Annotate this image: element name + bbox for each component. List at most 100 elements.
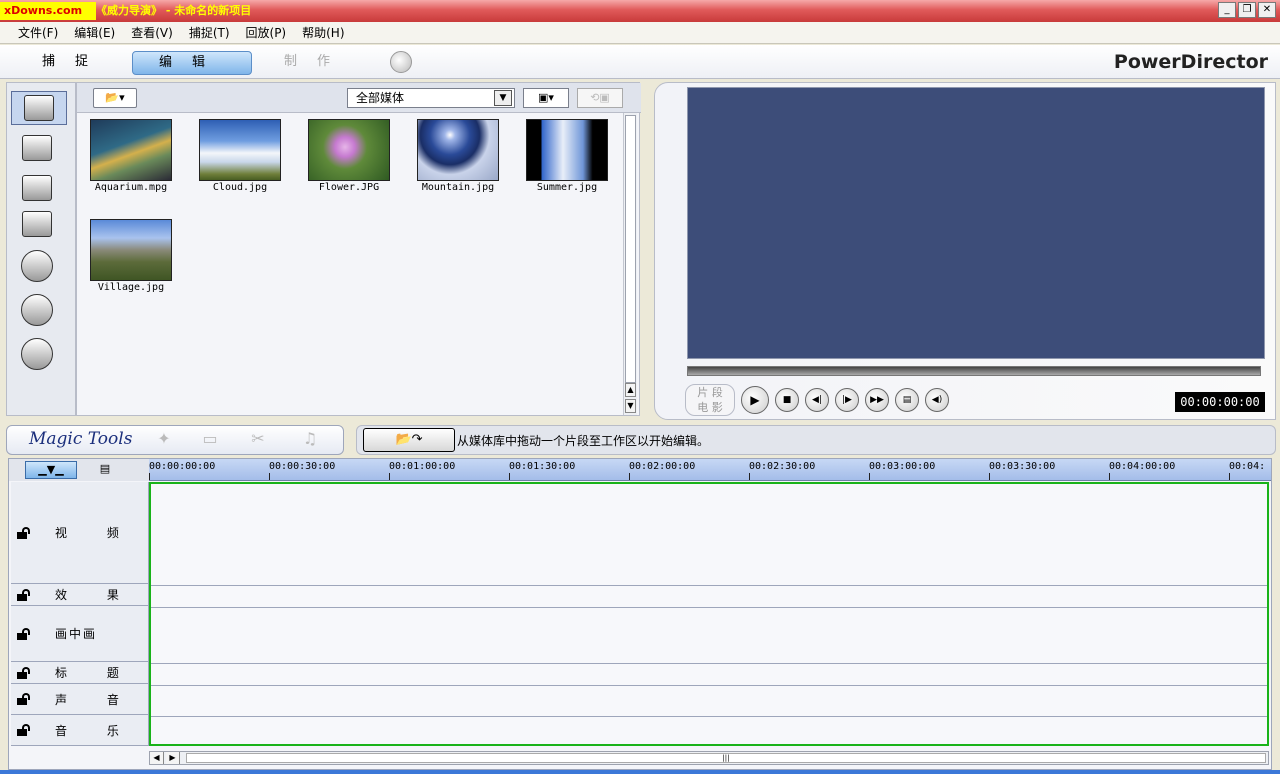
tab-capture[interactable]: 捕捉 [30, 51, 120, 75]
magic-motion-icon[interactable]: ▭ [191, 429, 229, 451]
magic-tools-bar: Magic Tools ✦ ▭ ✂ ♫ [6, 425, 344, 455]
media-item[interactable]: Cloud.jpg [198, 113, 282, 193]
menu-edit[interactable]: 编辑(E) [66, 24, 123, 41]
title-icon [22, 175, 52, 201]
lock-icon[interactable] [17, 666, 33, 679]
snapshot-icon[interactable]: ▤ [895, 388, 919, 412]
title-track[interactable] [151, 664, 1267, 686]
ruler-tick: 00:04: [1229, 461, 1266, 480]
import-folder-button[interactable]: 📂▾ [93, 88, 137, 108]
media-filter-select[interactable]: 全部媒体 ▼ [347, 88, 515, 108]
video-track[interactable] [151, 484, 1267, 586]
track-headers: 视 频 效 果 画中画 标 题 声 音 音 乐 [11, 482, 149, 746]
preview-mode-toggle[interactable]: 片 段 电 影 [685, 384, 735, 416]
transition-room-button[interactable] [19, 207, 55, 241]
thumbnail-view-icon: ▣▾ [538, 91, 554, 104]
library-toolbar: 📂▾ 全部媒体 ▼ ▣▾ ⟲▣ [77, 83, 641, 113]
lock-icon[interactable] [17, 724, 33, 736]
close-button[interactable]: ✕ [1258, 2, 1276, 18]
magic-fix-icon[interactable]: ✦ [145, 429, 183, 451]
effect-room-button[interactable] [19, 131, 55, 165]
watermark-logo: xDowns.com [0, 2, 96, 20]
cloud-thumbnail [199, 119, 281, 181]
track-label: 标 题 [55, 666, 137, 680]
next-frame-icon[interactable]: |▶ [835, 388, 859, 412]
aquarium-thumbnail [90, 119, 172, 181]
lock-icon[interactable] [17, 627, 33, 640]
library-scrollbar[interactable]: ▲ ▼ [623, 113, 637, 415]
fast-forward-icon[interactable]: ▶▶ [865, 388, 889, 412]
voice-over-button[interactable] [19, 293, 55, 327]
media-item[interactable]: Village.jpg [89, 213, 173, 293]
media-item[interactable]: Flower.JPG [307, 113, 391, 193]
pip-track[interactable] [151, 608, 1267, 664]
speaker-icon [21, 250, 53, 282]
menu-playback[interactable]: 回放(P) [238, 24, 295, 41]
magic-tools-title: Magic Tools [29, 429, 133, 449]
timeline-scrollbar[interactable]: ◀ ▶ ||| [149, 751, 1269, 765]
track-header-effect: 效 果 [11, 584, 149, 606]
film-reel-icon [24, 95, 54, 121]
taskbar [0, 770, 1280, 774]
play-icon[interactable]: ▶ [741, 386, 769, 414]
storyboard-view-button[interactable]: ▤ [79, 461, 131, 479]
movie-mode-label[interactable]: 电 影 [686, 400, 734, 415]
menu-capture[interactable]: 捕捉(T) [181, 24, 238, 41]
track-label: 效 果 [55, 588, 137, 602]
chapter-room-button[interactable] [19, 337, 55, 371]
media-item-name: Village.jpg [97, 282, 165, 293]
time-ruler[interactable]: 00:00:00:00 00:00:30:00 00:01:00:00 00:0… [149, 459, 1271, 481]
title-room-button[interactable] [19, 171, 55, 205]
scrollbar-thumb[interactable]: ||| [186, 753, 1266, 763]
magic-music-icon[interactable]: ♫ [291, 429, 329, 451]
menu-file[interactable]: 文件(F) [10, 24, 66, 41]
tab-edit[interactable]: 编辑 [132, 51, 252, 75]
scroll-right-icon[interactable]: ▶ [166, 752, 180, 764]
track-header-voice: 声 音 [11, 684, 149, 715]
scroll-up-icon[interactable]: ▲ [625, 383, 636, 397]
mountain-thumbnail [417, 119, 499, 181]
lock-icon[interactable] [17, 693, 33, 705]
previous-frame-icon[interactable]: ◀| [805, 388, 829, 412]
media-item[interactable]: Aquarium.mpg [89, 113, 173, 193]
magic-cut-icon[interactable]: ✂ [239, 429, 277, 451]
media-item[interactable]: Mountain.jpg [416, 113, 500, 193]
clip-mode-label[interactable]: 片 段 [686, 385, 734, 400]
preview-timecode: 00:00:00:00 [1175, 392, 1265, 412]
film-strip-icon: ▤ [99, 462, 111, 475]
volume-icon[interactable]: ◀) [925, 388, 949, 412]
village-thumbnail [90, 219, 172, 281]
scrollbar-thumb[interactable] [625, 115, 636, 383]
lock-icon[interactable] [17, 526, 33, 539]
chevron-down-icon[interactable]: ▼ [494, 90, 512, 106]
stop-icon[interactable]: ■ [775, 388, 799, 412]
media-item[interactable]: Summer.jpg [525, 113, 609, 193]
media-room-button[interactable] [11, 91, 67, 125]
menu-help[interactable]: 帮助(H) [294, 24, 352, 41]
folder-arrow-icon: 📂↷ [395, 432, 423, 447]
microphone-icon [21, 294, 53, 326]
insert-clip-button[interactable]: 📂↷ [363, 428, 455, 452]
media-item-name: Aquarium.mpg [94, 182, 168, 193]
effect-track[interactable] [151, 586, 1267, 608]
ruler-tick: 00:01:30:00 [509, 461, 576, 480]
track-header-music: 音 乐 [11, 715, 149, 746]
timeline-workspace[interactable] [149, 482, 1269, 746]
lock-icon[interactable] [17, 588, 33, 601]
scroll-down-icon[interactable]: ▼ [625, 399, 636, 413]
music-track[interactable] [151, 717, 1267, 744]
restore-button[interactable]: ❐ [1238, 2, 1256, 18]
minimize-button[interactable]: _ [1218, 2, 1236, 18]
scroll-left-icon[interactable]: ◀ [150, 752, 164, 764]
voice-track[interactable] [151, 686, 1267, 717]
view-mode-button[interactable]: ▣▾ [523, 88, 569, 108]
tab-produce[interactable]: 制作 [272, 51, 362, 75]
audio-mixing-button[interactable] [19, 249, 55, 283]
ruler-tick: 00:02:00:00 [629, 461, 696, 480]
timeline-view-button[interactable]: ▁▼▁ [25, 461, 77, 479]
preview-scrub-bar[interactable] [687, 366, 1261, 376]
ruler-tick: 00:01:00:00 [389, 461, 456, 480]
burn-disc-icon[interactable] [390, 51, 412, 73]
library-menu-button[interactable]: ⟲▣ [577, 88, 623, 108]
menu-view[interactable]: 查看(V) [123, 24, 181, 41]
